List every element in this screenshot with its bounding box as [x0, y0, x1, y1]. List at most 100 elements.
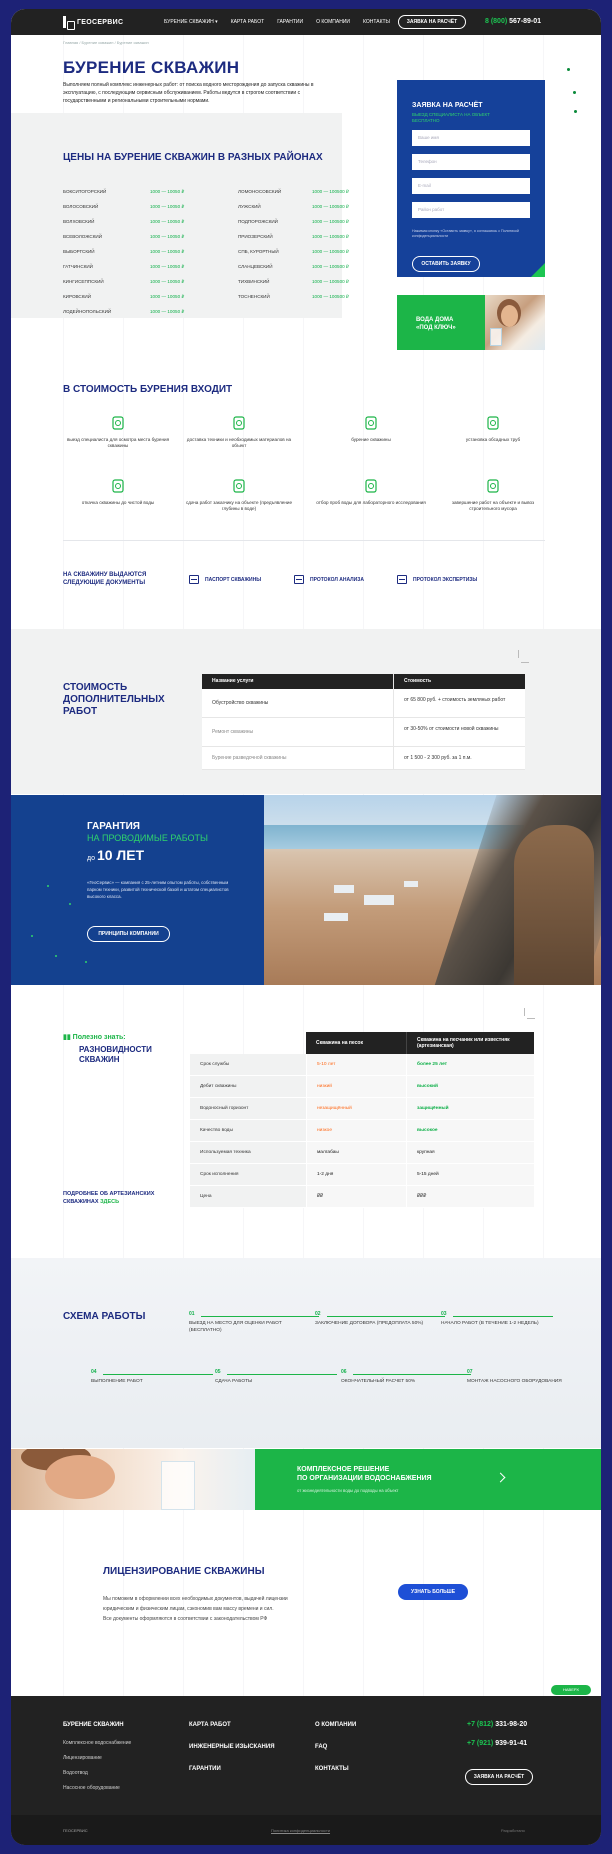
- header-phone[interactable]: 8 (800) 567-89-01: [485, 18, 541, 25]
- page-frame: ГЕОСЕРВИС БУРЕНИЕ СКВАЖИН ▾ КАРТА РАБОТ …: [11, 9, 601, 1845]
- phone-number: 567-89-01: [509, 18, 542, 25]
- cost-table: Название услуги Стоимость Обустройство ск…: [202, 674, 525, 770]
- field-placeholder: Ваше имя: [418, 135, 439, 140]
- footer-link[interactable]: FAQ: [315, 1744, 327, 1750]
- footer-link[interactable]: О КОМПАНИИ: [315, 1722, 356, 1728]
- scroll-up-button[interactable]: НАВЕРХ: [551, 1685, 591, 1695]
- footer-link[interactable]: Водоотвод: [63, 1770, 88, 1776]
- footer-link-drilling[interactable]: БУРЕНИЕ СКВАЖИН: [63, 1722, 124, 1728]
- truck-icon: [484, 477, 502, 495]
- artesian-more-link[interactable]: ПОДРОБНЕЕ ОБ АРТЕЗИАНСКИХ СКВАЖИНАХ ЗДЕС…: [63, 1190, 173, 1206]
- footer-link[interactable]: ГАРАНТИИ: [189, 1766, 221, 1772]
- district-price: 1000 — 100500 ₽: [312, 219, 349, 224]
- scheme-step: 06 ОКОНЧАТЕЛЬНЫЙ РАСЧЕТ 50%: [341, 1369, 471, 1386]
- table-row: Дебит скважины низкий высокий: [190, 1076, 534, 1098]
- footer-link[interactable]: ИНЖЕНЕРНЫЕ ИЗЫСКАНИЯ: [189, 1744, 275, 1750]
- scheme-step: 04 ВЫПОЛНЕНИЕ РАБОТ: [91, 1369, 213, 1386]
- document-icon: [189, 575, 199, 584]
- footer-phone[interactable]: +7 (921) 939-91-41: [467, 1740, 527, 1747]
- social-dot-icon[interactable]: [567, 68, 570, 71]
- principles-button[interactable]: ПРИНЦИПЫ КОМПАНИИ: [87, 926, 170, 942]
- prices-heading: ЦЕНЫ НА БУРЕНИЕ СКВАЖИН В РАЗНЫХ РАЙОНАХ: [63, 152, 323, 163]
- nav-item-contacts[interactable]: КОНТАКТЫ: [363, 19, 390, 25]
- developer-credit[interactable]: Разработано: [501, 1828, 525, 1833]
- district-price: 1000 — 100500 ₽: [312, 204, 349, 209]
- guarantee-title: ГАРАНТИЯ: [87, 821, 140, 832]
- footer-logo[interactable]: ГЕОСЕРВИС: [63, 1828, 88, 1833]
- logo[interactable]: ГЕОСЕРВИС: [63, 16, 123, 30]
- footer-link[interactable]: КОНТАКТЫ: [315, 1766, 349, 1772]
- water-turnkey-banner[interactable]: ВОДА ДОМА «ПОД КЛЮЧ»: [397, 295, 545, 350]
- woman-drinking-photo: [485, 295, 545, 350]
- field-placeholder: Телефон: [418, 159, 437, 164]
- submit-button[interactable]: ОСТАВИТЬ ЗАЯВКУ: [412, 256, 480, 272]
- footer-link[interactable]: КАРТА РАБОТ: [189, 1722, 231, 1728]
- table-row: Используемая техника малгабаы крупная: [190, 1142, 534, 1164]
- nav-item-guarantees[interactable]: ГАРАНТИИ: [277, 19, 303, 25]
- district-price: 1000 — 100500 ₽: [312, 249, 349, 254]
- footer-order-button[interactable]: ЗАЯВКА НА РАСЧЁТ: [465, 1769, 533, 1785]
- social-dot-icon[interactable]: [574, 110, 577, 113]
- table-row: Качество воды низкое высокое: [190, 1120, 534, 1142]
- district-price: 1000 — 10050 ₽: [150, 309, 185, 314]
- footer-phone[interactable]: +7 (812) 331-98-20: [467, 1721, 527, 1728]
- solution-title: КОМПЛЕКСНОЕ РЕШЕНИЕ ПО ОРГАНИЗАЦИИ ВОДОСН…: [297, 1466, 432, 1482]
- chevron-right-icon[interactable]: [495, 1472, 506, 1483]
- guarantee-section: ГАРАНТИЯ НА ПРОВОДИМЫЕ РАБОТЫ до 10 ЛЕТ …: [11, 795, 264, 985]
- cost-heading: СТОИМОСТЬ ДОПОЛНИТЕЛЬНЫХ РАБОТ: [63, 682, 165, 717]
- district-name: ЛУЖСКИЙ: [238, 204, 261, 209]
- scheme-step: 01 ВЫЕЗД НА МЕСТО ДЛЯ ОЦЕНКИ РАБОТ (БЕСП…: [189, 1311, 319, 1334]
- table-row: Срок исполнения 1-2 дня 5-15 дней: [190, 1164, 534, 1186]
- district-name: ВСЕВОЛОЖСКИЙ: [63, 234, 102, 239]
- guarantee-text: «ГеоСервис» — компания с 25-летним опыто…: [87, 880, 229, 899]
- district-price: 1000 — 10050 ₽: [150, 234, 185, 239]
- doc-analysis-link[interactable]: ПРОТОКОЛ АНАЛИЗА: [294, 575, 364, 584]
- pipe-icon: [484, 414, 502, 432]
- prices-section: [11, 113, 342, 318]
- district-name: ВЫБОРГСКИЙ: [63, 249, 95, 254]
- district-name: ЛОДЕЙНОПОЛЬСКИЙ: [63, 309, 112, 314]
- order-calc-button[interactable]: ЗАЯВКА НА РАСЧЁТ: [398, 15, 466, 29]
- privacy-policy-link[interactable]: Политика конфиденциальности: [271, 1828, 330, 1833]
- doc-expertise-link[interactable]: ПРОТОКОЛ ЭКСПЕРТИЗЫ: [397, 575, 477, 584]
- district-price: 1000 — 10050 ₽: [150, 264, 185, 269]
- main-nav: БУРЕНИЕ СКВАЖИН ▾ КАРТА РАБОТ ГАРАНТИИ О…: [164, 19, 403, 25]
- table-row: Цена ₽₽ ₽₽₽: [190, 1186, 534, 1208]
- district-price: 1000 — 10050 ₽: [150, 219, 185, 224]
- included-service: установка обсадных труб: [438, 414, 548, 443]
- field-placeholder: Район работ: [418, 207, 445, 212]
- drill-rig-icon: [362, 414, 380, 432]
- district-field[interactable]: Район работ: [412, 202, 530, 218]
- email-field[interactable]: E-mail: [412, 178, 530, 194]
- doc-passport-link[interactable]: ПАСПОРТ СКВАЖИНЫ: [189, 575, 261, 584]
- form-consent[interactable]: Нажимая кнопку «Оставить заявку», я согл…: [412, 229, 522, 239]
- site-header: ГЕОСЕРВИС БУРЕНИЕ СКВАЖИН ▾ КАРТА РАБОТ …: [11, 9, 601, 35]
- district-price: 1000 — 10050 ₽: [150, 189, 185, 194]
- district-name: ЛОМОНОСОВСКИЙ: [238, 189, 282, 194]
- included-service: бурение скважины: [316, 414, 426, 443]
- nav-item-map[interactable]: КАРТА РАБОТ: [231, 19, 264, 25]
- footer-link[interactable]: Комплексное водоснабжение: [63, 1740, 131, 1746]
- learn-more-button[interactable]: УЗНАТЬ БОЛЬШЕ: [398, 1584, 468, 1600]
- complex-solution-banner[interactable]: КОМПЛЕКСНОЕ РЕШЕНИЕ ПО ОРГАНИЗАЦИИ ВОДОСН…: [255, 1449, 601, 1510]
- scheme-step: 03 НАЧАЛО РАБОТ (В ТЕЧЕНИЕ 1-2 НЕДЕЛЬ): [441, 1311, 561, 1328]
- district-name: ВОЛХОВСКИЙ: [63, 219, 95, 224]
- social-dot-icon[interactable]: [573, 91, 576, 94]
- footer-link[interactable]: Насосное оборудование: [63, 1785, 120, 1791]
- nav-item-drilling[interactable]: БУРЕНИЕ СКВАЖИН ▾: [164, 19, 218, 25]
- scheme-step: 02 ЗАКЛЮЧЕНИЕ ДОГОВОРА (ПРЕДОПЛАТА 50%): [315, 1311, 445, 1328]
- district-price: 1000 — 100500 ₽: [312, 234, 349, 239]
- nav-item-about[interactable]: О КОМПАНИИ: [316, 19, 350, 25]
- table-header: Скважина на песчаник или известняк (арте…: [406, 1032, 534, 1054]
- district-name: ПРИОЗЕРСКИЙ: [238, 234, 273, 239]
- included-service: доставка техники и необходимых материало…: [184, 414, 294, 449]
- name-field[interactable]: Ваше имя: [412, 130, 530, 146]
- wells-compare-table: Скважина на песок Скважина на песчаник и…: [190, 1032, 534, 1208]
- district-name: СЛАНЦЕВСКИЙ: [238, 264, 273, 269]
- woman-water-photo: [11, 1449, 255, 1510]
- breadcrumb[interactable]: Главная / Бурение скважин / Бурение сква…: [63, 40, 149, 45]
- footer-link[interactable]: Лицензирование: [63, 1755, 102, 1761]
- document-icon: [294, 575, 304, 584]
- included-service: откачка скважины до чистой воды: [63, 477, 173, 506]
- phone-field[interactable]: Телефон: [412, 154, 530, 170]
